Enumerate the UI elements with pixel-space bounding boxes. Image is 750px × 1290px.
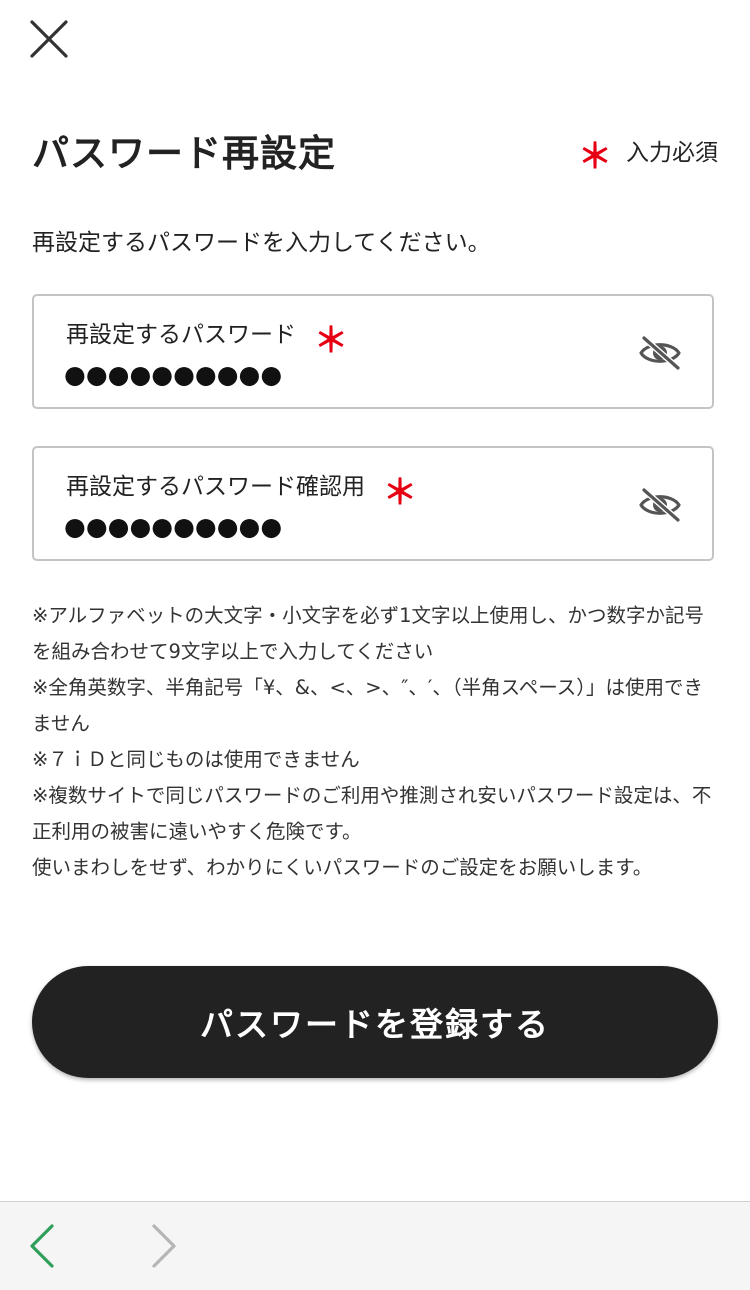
required-mark: ＊ [578, 137, 612, 177]
confirm-password-field[interactable]: 再設定するパスワード確認用 ＊ [32, 446, 714, 561]
new-password-label: 再設定するパスワード [66, 322, 296, 348]
chevron-right-icon [152, 1224, 176, 1268]
chevron-left-icon [30, 1224, 54, 1268]
note-item: ※全角英数字、半角記号「¥、&、<、>、″、′、（半角スペース）」は使用できませ… [32, 676, 704, 735]
confirm-password-input[interactable] [64, 510, 604, 544]
password-notes: ※アルファベットの大文字・小文字を必ず1文字以上使用し、かつ数字か記号を組み合わ… [32, 598, 722, 886]
required-mark: ＊ [383, 473, 417, 513]
required-legend: ＊ 入力必須 [578, 136, 718, 174]
required-mark: ＊ [314, 321, 348, 361]
page-title: パスワード再設定 [32, 132, 336, 175]
register-password-button[interactable]: パスワードを登録する [32, 966, 718, 1078]
close-button[interactable] [28, 18, 70, 60]
field-label: 再設定するパスワード ＊ [66, 318, 348, 358]
intro-text: 再設定するパスワードを入力してください。 [32, 230, 491, 256]
password-visibility-toggle[interactable] [638, 486, 682, 524]
back-button[interactable] [24, 1222, 64, 1270]
new-password-field[interactable]: 再設定するパスワード ＊ [32, 294, 714, 409]
note-item: 使いまわしをせず、わかりにくいパスワードのご設定をお願いします。 [32, 856, 653, 879]
field-label: 再設定するパスワード確認用 ＊ [66, 470, 417, 510]
confirm-password-label: 再設定するパスワード確認用 [66, 474, 365, 500]
page: パスワード再設定 ＊ 入力必須 再設定するパスワードを入力してください。 再設定… [0, 0, 750, 1290]
close-icon [30, 20, 68, 58]
note-item: ※複数サイトで同じパスワードのご利用や推測され安いパスワード設定は、不正利用の被… [32, 784, 712, 843]
note-item: ※アルファベットの大文字・小文字を必ず1文字以上使用し、かつ数字か記号を組み合わ… [32, 604, 705, 663]
eye-slash-icon [639, 335, 681, 371]
password-visibility-toggle[interactable] [638, 334, 682, 372]
required-legend-text: 入力必須 [626, 140, 718, 166]
new-password-input[interactable] [64, 358, 604, 392]
forward-button[interactable] [142, 1222, 182, 1270]
note-item: ※７ｉＤと同じものは使用できません [32, 748, 360, 771]
eye-slash-icon [639, 487, 681, 523]
browser-bottom-bar [0, 1201, 750, 1290]
